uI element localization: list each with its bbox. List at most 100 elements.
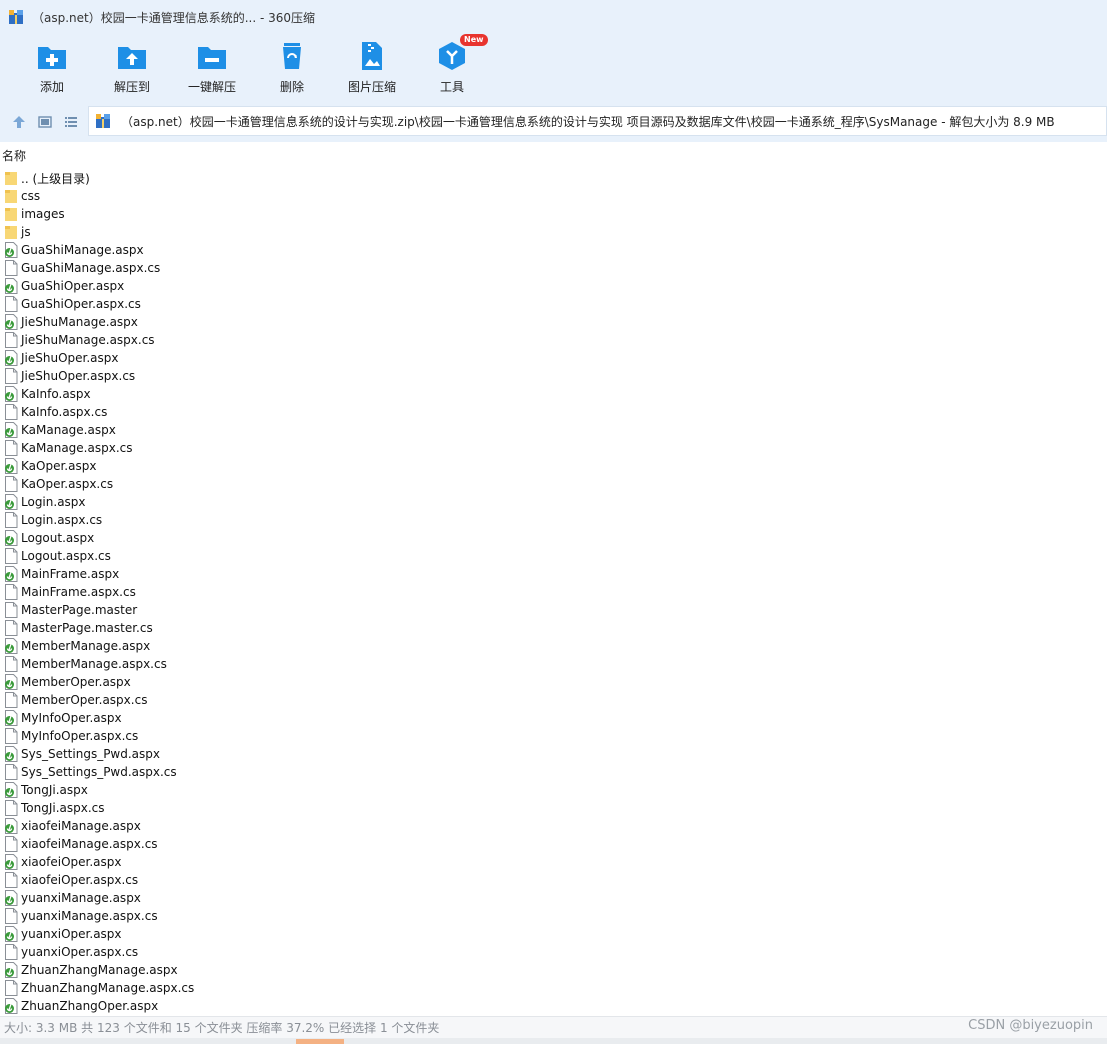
address-path-text: （asp.net）校园一卡通管理信息系统的设计与实现.zip\校园一卡通管理信息… — [121, 114, 1055, 129]
aspx-file-icon — [4, 998, 18, 1014]
one-click-extract-button[interactable]: 一键解压 — [172, 34, 252, 100]
aspx-file-icon — [4, 890, 18, 906]
delete-label: 删除 — [279, 80, 304, 94]
file-row[interactable]: KaOper.aspx — [0, 457, 1107, 475]
image-zip-icon — [356, 40, 388, 72]
document-icon — [4, 980, 18, 996]
tools-button[interactable]: New 工具 — [412, 34, 492, 100]
file-row[interactable]: xiaofeiManage.aspx.cs — [0, 835, 1107, 853]
folder-plus-icon — [36, 40, 68, 72]
document-icon — [4, 620, 18, 636]
file-name: yuanxiOper.aspx.cs — [21, 945, 139, 959]
file-row[interactable]: MemberManage.aspx.cs — [0, 655, 1107, 673]
file-row[interactable]: yuanxiOper.aspx — [0, 925, 1107, 943]
folder-row[interactable]: .. (上级目录) — [0, 169, 1107, 187]
document-icon — [4, 332, 18, 348]
folder-icon — [4, 188, 18, 204]
file-row[interactable]: Sys_Settings_Pwd.aspx.cs — [0, 763, 1107, 781]
archive-icon — [95, 113, 111, 129]
file-name: MyInfoOper.aspx — [21, 711, 122, 725]
list-view-icon[interactable] — [58, 108, 84, 136]
file-row[interactable]: xiaofeiManage.aspx — [0, 817, 1107, 835]
folder-row[interactable]: css — [0, 187, 1107, 205]
aspx-file-icon — [4, 494, 18, 510]
up-arrow-icon[interactable] — [6, 108, 32, 136]
file-name: GuaShiOper.aspx — [21, 279, 125, 293]
add-label: 添加 — [39, 80, 64, 94]
file-row[interactable]: JieShuManage.aspx — [0, 313, 1107, 331]
document-icon — [4, 368, 18, 384]
file-row[interactable]: Login.aspx — [0, 493, 1107, 511]
document-icon — [4, 512, 18, 528]
file-row[interactable]: MemberOper.aspx — [0, 673, 1107, 691]
file-row[interactable]: Logout.aspx.cs — [0, 547, 1107, 565]
file-name: Logout.aspx — [21, 531, 95, 545]
file-row[interactable]: Logout.aspx — [0, 529, 1107, 547]
file-row[interactable]: GuaShiOper.aspx — [0, 277, 1107, 295]
file-row[interactable]: xiaofeiOper.aspx.cs — [0, 871, 1107, 889]
thumbnail-view-icon[interactable] — [32, 108, 58, 136]
status-bar: 大小: 3.3 MB 共 123 个文件和 15 个文件夹 压缩率 37.2% … — [0, 1016, 1107, 1038]
add-button[interactable]: 添加 — [12, 34, 92, 100]
file-row[interactable]: xiaofeiOper.aspx — [0, 853, 1107, 871]
image-compress-button[interactable]: 图片压缩 — [332, 34, 412, 100]
file-row[interactable]: TongJi.aspx.cs — [0, 799, 1107, 817]
aspx-file-icon — [4, 854, 18, 870]
aspx-file-icon — [4, 782, 18, 798]
file-row[interactable]: KaManage.aspx — [0, 421, 1107, 439]
document-icon — [4, 872, 18, 888]
file-row[interactable]: yuanxiManage.aspx — [0, 889, 1107, 907]
document-icon — [4, 692, 18, 708]
file-row[interactable]: JieShuManage.aspx.cs — [0, 331, 1107, 349]
file-row[interactable]: MainFrame.aspx — [0, 565, 1107, 583]
file-row[interactable]: TongJi.aspx — [0, 781, 1107, 799]
folder-row[interactable]: images — [0, 205, 1107, 223]
file-row[interactable]: KaOper.aspx.cs — [0, 475, 1107, 493]
file-row[interactable]: MasterPage.master — [0, 601, 1107, 619]
file-row[interactable]: MemberOper.aspx.cs — [0, 691, 1107, 709]
file-row[interactable]: GuaShiManage.aspx — [0, 241, 1107, 259]
file-row[interactable]: MyInfoOper.aspx — [0, 709, 1107, 727]
address-path-field[interactable]: （asp.net）校园一卡通管理信息系统的设计与实现.zip\校园一卡通管理信息… — [88, 106, 1107, 136]
file-name: ZhuanZhangManage.aspx — [21, 963, 178, 977]
aspx-file-icon — [4, 818, 18, 834]
file-row[interactable]: MyInfoOper.aspx.cs — [0, 727, 1107, 745]
file-row[interactable]: MasterPage.master.cs — [0, 619, 1107, 637]
file-name: KaManage.aspx.cs — [21, 441, 133, 455]
file-name: css — [21, 189, 41, 203]
file-row[interactable]: KaInfo.aspx — [0, 385, 1107, 403]
file-row[interactable]: JieShuOper.aspx — [0, 349, 1107, 367]
document-icon — [4, 404, 18, 420]
bottom-accent — [296, 1039, 344, 1044]
file-row[interactable]: KaInfo.aspx.cs — [0, 403, 1107, 421]
file-row[interactable]: ZhuanZhangManage.aspx — [0, 961, 1107, 979]
file-name: MasterPage.master.cs — [21, 621, 153, 635]
file-name: Logout.aspx.cs — [21, 549, 111, 563]
file-row[interactable]: JieShuOper.aspx.cs — [0, 367, 1107, 385]
window-title: （asp.net）校园一卡通管理信息系统的... - 360压缩 — [32, 10, 316, 25]
file-row[interactable]: Sys_Settings_Pwd.aspx — [0, 745, 1107, 763]
file-row[interactable]: yuanxiManage.aspx.cs — [0, 907, 1107, 925]
file-row[interactable]: GuaShiOper.aspx.cs — [0, 295, 1107, 313]
file-row[interactable]: Login.aspx.cs — [0, 511, 1107, 529]
file-row[interactable]: ZhuanZhangOper.aspx — [0, 997, 1107, 1015]
folder-row[interactable]: js — [0, 223, 1107, 241]
file-name: .. (上级目录) — [21, 171, 90, 186]
file-name: MasterPage.master — [21, 603, 138, 617]
aspx-file-icon — [4, 242, 18, 258]
file-name: KaInfo.aspx.cs — [21, 405, 108, 419]
file-name: Sys_Settings_Pwd.aspx — [21, 747, 160, 761]
aspx-file-icon — [4, 314, 18, 330]
file-row[interactable]: yuanxiOper.aspx.cs — [0, 943, 1107, 961]
file-row[interactable]: ZhuanZhangManage.aspx.cs — [0, 979, 1107, 997]
extract-to-button[interactable]: 解压到 — [92, 34, 172, 100]
file-row[interactable]: KaManage.aspx.cs — [0, 439, 1107, 457]
file-row[interactable]: MainFrame.aspx.cs — [0, 583, 1107, 601]
file-name: ZhuanZhangManage.aspx.cs — [21, 981, 195, 995]
file-name: TongJi.aspx — [21, 783, 88, 797]
delete-button[interactable]: 删除 — [252, 34, 332, 100]
aspx-file-icon — [4, 746, 18, 762]
column-header-name[interactable]: 名称 — [0, 146, 1107, 164]
file-row[interactable]: GuaShiManage.aspx.cs — [0, 259, 1107, 277]
file-row[interactable]: MemberManage.aspx — [0, 637, 1107, 655]
